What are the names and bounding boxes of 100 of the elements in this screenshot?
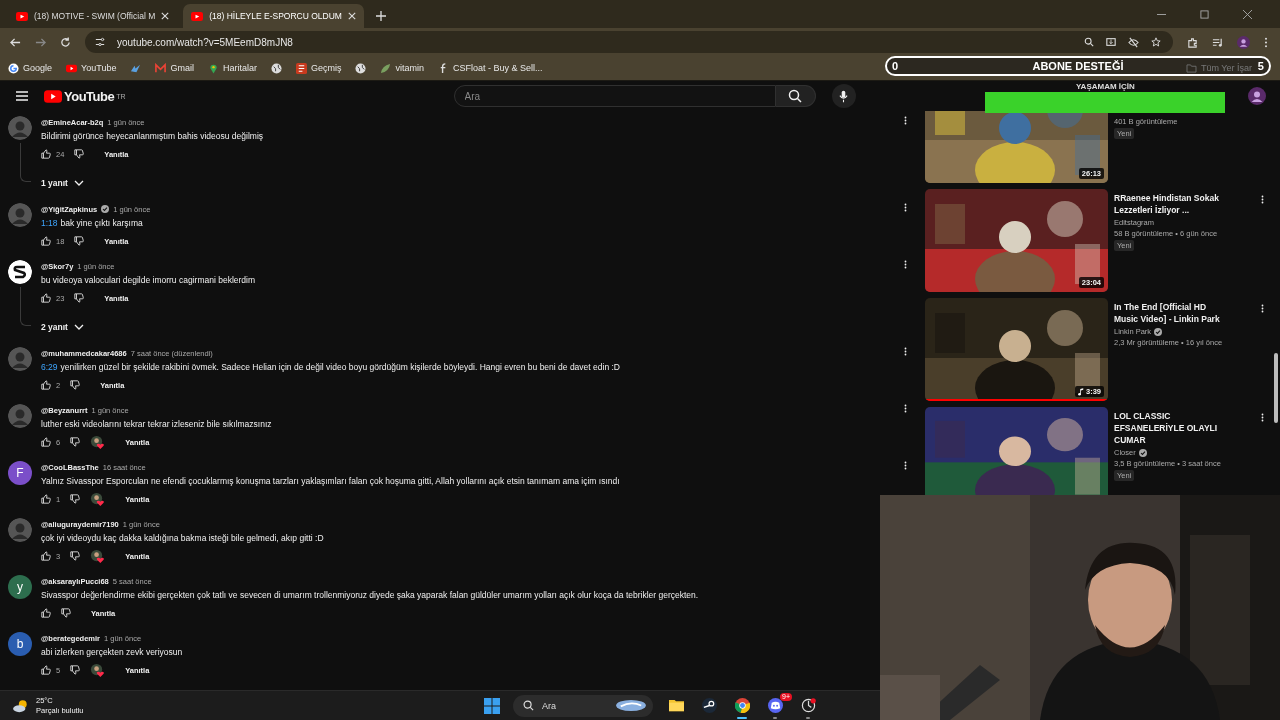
- bookmark[interactable]: Geçmiş: [295, 62, 342, 74]
- zoom-icon[interactable]: [1084, 37, 1094, 47]
- replies-toggle[interactable]: 1 yanıt: [41, 176, 84, 190]
- more-icon[interactable]: [904, 259, 907, 270]
- taskbar-search[interactable]: Ara: [513, 694, 653, 717]
- comment-text: çok iyi videoydu kaç dakka kaldığına bakma isteği bile gelmedi, akıp gitti :D: [41, 533, 324, 543]
- browser-tab[interactable]: (18) MOTIVE - SWIM (Official M: [8, 4, 178, 28]
- more-icon[interactable]: [1264, 36, 1268, 48]
- comment-text: Sivasspor değerlendirme ekibi gerçekten çok tatlı ve sevecen di umarım trollenmiyoruz diyede şaka yaparak falan güldüler umarım yolları açık olur koça da tebrikler gerçekten.: [41, 590, 699, 600]
- search-field[interactable]: Ara: [453, 85, 776, 107]
- goal-title: ABONE DESTEĞİ: [1032, 60, 1124, 72]
- forward-icon[interactable]: [35, 36, 46, 48]
- video-title[interactable]: RRaenee Hindistan Sokak Lezzetleri İzliyor ...: [1114, 192, 1232, 216]
- new-tab-icon[interactable]: [375, 11, 386, 21]
- like-icon[interactable]: [41, 494, 51, 504]
- dislike-icon[interactable]: [70, 665, 81, 675]
- steam-icon[interactable]: [701, 698, 717, 713]
- folder-icon[interactable]: [668, 698, 684, 713]
- music-note-icon: [1078, 387, 1084, 396]
- folder-icon: [1185, 63, 1197, 73]
- chrome-icon[interactable]: [734, 698, 750, 713]
- bookmark-icon[interactable]: [207, 62, 219, 74]
- like-icon[interactable]: [41, 608, 51, 618]
- media-icon[interactable]: [1212, 36, 1223, 48]
- replies-toggle[interactable]: 2 yanıt: [41, 320, 84, 334]
- user-avatar[interactable]: F: [8, 461, 32, 485]
- discord-icon[interactable]: [767, 698, 783, 713]
- comment-text: Bildirimi görünce heyecanlanmıştım bahis videosu değilmiş: [41, 131, 264, 141]
- maximize-icon[interactable]: [1200, 10, 1209, 19]
- chevron-icon: [73, 324, 84, 330]
- comment-text: yenilirken güzel bir şekilde rakibini övmek. Sadece Helian için de değil video boyu gördüğüm kişilerde böyleydi. Hangi evren bu beni de davet edin :D: [60, 362, 620, 372]
- like-icon[interactable]: [41, 665, 51, 675]
- user-avatar[interactable]: y: [8, 575, 32, 599]
- like-icon[interactable]: [41, 236, 51, 246]
- close-icon[interactable]: [1243, 10, 1252, 19]
- dislike-icon[interactable]: [70, 437, 81, 447]
- bookmark[interactable]: Gmail: [155, 62, 194, 74]
- menu-icon[interactable]: [16, 91, 28, 101]
- bookmark-icon[interactable]: [270, 62, 282, 74]
- more-icon[interactable]: [904, 403, 907, 414]
- reload-icon[interactable]: [60, 36, 71, 48]
- clock-icon[interactable]: [800, 698, 816, 713]
- dislike-icon[interactable]: [74, 149, 85, 159]
- more-icon[interactable]: [904, 460, 907, 471]
- back-icon[interactable]: [10, 36, 21, 48]
- bookmark[interactable]: vitamin: [380, 62, 424, 74]
- like-icon[interactable]: [41, 380, 51, 390]
- bookmark[interactable]: Haritalar: [207, 62, 257, 74]
- bookmark-icon[interactable]: [355, 62, 367, 74]
- like-icon[interactable]: [41, 293, 51, 303]
- site-info-icon[interactable]: [95, 37, 105, 47]
- play-logo-icon[interactable]: [44, 89, 62, 103]
- bookmark-icon[interactable]: [8, 62, 19, 74]
- goal-current: 0: [892, 60, 899, 72]
- star-icon[interactable]: [1151, 37, 1161, 47]
- timestamp-link[interactable]: 1:18: [41, 218, 58, 228]
- video-title[interactable]: In The End [Official HD Music Video] - Linkin Park: [1114, 301, 1232, 325]
- search-button[interactable]: [775, 85, 816, 107]
- logo-text[interactable]: YouTube: [64, 88, 115, 104]
- tab-title: (18) HİLEYLE E-SPORCU OLDUM: [209, 11, 342, 21]
- dislike-icon[interactable]: [70, 380, 81, 390]
- extensions-icon[interactable]: [1187, 36, 1198, 48]
- more-icon[interactable]: [1261, 194, 1265, 205]
- account-avatar[interactable]: [1248, 87, 1266, 105]
- more-icon[interactable]: [904, 115, 907, 126]
- more-icon[interactable]: [1261, 412, 1265, 423]
- bookmark-icon[interactable]: [66, 62, 78, 74]
- thread-line: [20, 143, 31, 182]
- dislike-icon[interactable]: [74, 293, 85, 303]
- overlay-title: YAŞAMAM İÇİN: [1076, 82, 1135, 91]
- bookmark[interactable]: CSFloat - Buy & Sell...: [437, 62, 543, 74]
- start-icon[interactable]: [484, 697, 500, 714]
- profile-avatar[interactable]: [1237, 35, 1250, 49]
- like-icon[interactable]: [41, 437, 51, 447]
- dislike-icon[interactable]: [70, 551, 81, 561]
- weather-icon[interactable]: [12, 698, 30, 713]
- bookmark[interactable]: Google: [8, 62, 53, 74]
- address-field[interactable]: youtube.com/watch?v=5MEemD8mJN8: [117, 36, 293, 48]
- more-icon[interactable]: [1261, 303, 1265, 314]
- microphone-icon: [839, 89, 849, 103]
- like-icon[interactable]: [41, 149, 51, 159]
- eye-off-icon[interactable]: [1128, 36, 1139, 48]
- dislike-icon[interactable]: [70, 494, 81, 504]
- browser-tab[interactable]: (18) HİLEYLE E-SPORCU OLDUM: [183, 4, 364, 28]
- like-icon[interactable]: [41, 551, 51, 561]
- timestamp-link[interactable]: 6:29: [41, 362, 58, 372]
- search-icon: [788, 89, 803, 103]
- tab-title: (18) MOTIVE - SWIM (Official M: [34, 11, 156, 21]
- more-icon[interactable]: [904, 202, 907, 213]
- video-title[interactable]: LOL CLASSIC EFSANELERİYLE OLAYLI CUMAR: [1114, 410, 1232, 446]
- install-icon[interactable]: [1106, 37, 1116, 47]
- user-avatar[interactable]: b: [8, 632, 32, 656]
- dislike-icon[interactable]: [61, 608, 71, 618]
- bookmark[interactable]: YouTube: [66, 62, 117, 74]
- user-avatar[interactable]: [8, 260, 32, 284]
- microphone-button[interactable]: [831, 84, 856, 108]
- chevron-icon: [73, 180, 84, 186]
- dislike-icon[interactable]: [74, 236, 85, 246]
- more-icon[interactable]: [904, 346, 907, 357]
- bookmark-icon[interactable]: [295, 62, 307, 74]
